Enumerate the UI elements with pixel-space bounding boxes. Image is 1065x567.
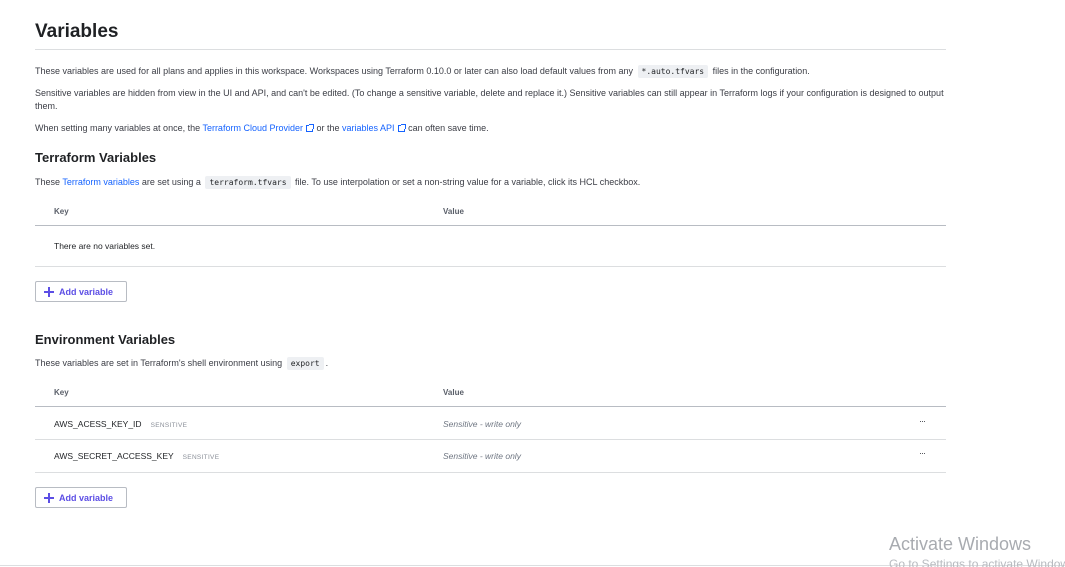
env-table-header-divider bbox=[35, 406, 946, 407]
add-terraform-variable-label: Add variable bbox=[59, 286, 114, 297]
intro-paragraph-2: Sensitive variables are hidden from view… bbox=[35, 88, 944, 111]
variable-value: Sensitive - write only bbox=[443, 419, 521, 429]
terraform-variables-title: Terraform Variables bbox=[35, 150, 157, 165]
add-terraform-variable-button[interactable]: Add variable bbox=[35, 281, 127, 302]
variable-key: AWS_ACESS_KEY_ID bbox=[54, 419, 142, 429]
env-row-key: AWS_ACESS_KEY_ID SENSITIVE bbox=[54, 419, 187, 429]
intro-p3-text-end: can often save time. bbox=[408, 123, 489, 133]
env-table-bottom-divider bbox=[35, 472, 946, 473]
terraform-table-bottom-divider bbox=[35, 266, 946, 267]
terraform-variables-link[interactable]: Terraform variables bbox=[62, 177, 139, 187]
activate-windows-watermark: Activate Windows bbox=[889, 534, 1032, 554]
activate-windows-subtitle: Go to Settings to activate Windows. bbox=[889, 557, 1065, 567]
sensitive-badge: SENSITIVE bbox=[150, 422, 188, 429]
terraform-key-column-header: Key bbox=[54, 207, 69, 216]
terraform-empty-state: There are no variables set. bbox=[54, 241, 156, 251]
terraform-cloud-provider-link[interactable]: Terraform Cloud Provider bbox=[202, 123, 314, 133]
variables-api-link-label: variables API bbox=[342, 123, 395, 133]
plus-icon bbox=[44, 492, 54, 503]
variables-api-link[interactable]: variables API bbox=[342, 123, 406, 133]
row-actions-menu-icon[interactable]: ··· bbox=[919, 448, 926, 458]
intro-paragraph-1: These variables are used for all plans a… bbox=[35, 65, 946, 79]
terraform-value-column-header: Value bbox=[443, 207, 464, 216]
add-environment-variable-label: Add variable bbox=[59, 492, 114, 503]
terraform-variables-description: These Terraform variables are set using … bbox=[35, 176, 946, 190]
plus-icon bbox=[44, 286, 54, 297]
tf-desc-text: These bbox=[35, 177, 61, 187]
terraform-tfvars-code: terraform.tfvars bbox=[205, 176, 291, 189]
intro-p3-text: When setting many variables at once, the bbox=[35, 123, 201, 133]
export-code: export bbox=[286, 357, 324, 370]
variable-key: AWS_SECRET_ACCESS_KEY bbox=[54, 451, 174, 461]
environment-variables-description: These variables are set in Terraform's s… bbox=[35, 357, 946, 371]
env-key-column-header: Key bbox=[54, 388, 69, 397]
tf-desc-text-end: file. To use interpolation or set a non-… bbox=[295, 177, 641, 187]
env-desc-text: These variables are set in Terraform's s… bbox=[35, 358, 283, 368]
env-row-key: AWS_SECRET_ACCESS_KEY SENSITIVE bbox=[54, 451, 219, 461]
page-title: Variables bbox=[35, 21, 119, 42]
env-value-column-header: Value bbox=[443, 388, 464, 397]
intro-paragraph-3: When setting many variables at once, the… bbox=[35, 122, 946, 135]
sensitive-badge: SENSITIVE bbox=[182, 454, 220, 461]
terraform-table-header-divider bbox=[35, 225, 946, 226]
auto-tfvars-code: *.auto.tfvars bbox=[637, 65, 709, 78]
intro-p3-text-mid: or the bbox=[316, 123, 340, 133]
env-row-divider bbox=[35, 439, 946, 440]
intro-p1-text-end: files in the configuration. bbox=[712, 66, 810, 76]
intro-p1-text: These variables are used for all plans a… bbox=[35, 66, 633, 76]
env-desc-text-end: . bbox=[325, 358, 329, 368]
external-link-icon bbox=[397, 124, 406, 132]
environment-variables-title: Environment Variables bbox=[35, 332, 176, 347]
terraform-cloud-provider-link-label: Terraform Cloud Provider bbox=[202, 123, 303, 133]
row-actions-menu-icon[interactable]: ··· bbox=[919, 416, 926, 426]
variable-value: Sensitive - write only bbox=[443, 451, 521, 461]
tf-desc-text-mid: are set using a bbox=[141, 177, 201, 187]
external-link-icon bbox=[305, 124, 314, 132]
title-divider bbox=[35, 49, 946, 50]
add-environment-variable-button[interactable]: Add variable bbox=[35, 487, 127, 508]
